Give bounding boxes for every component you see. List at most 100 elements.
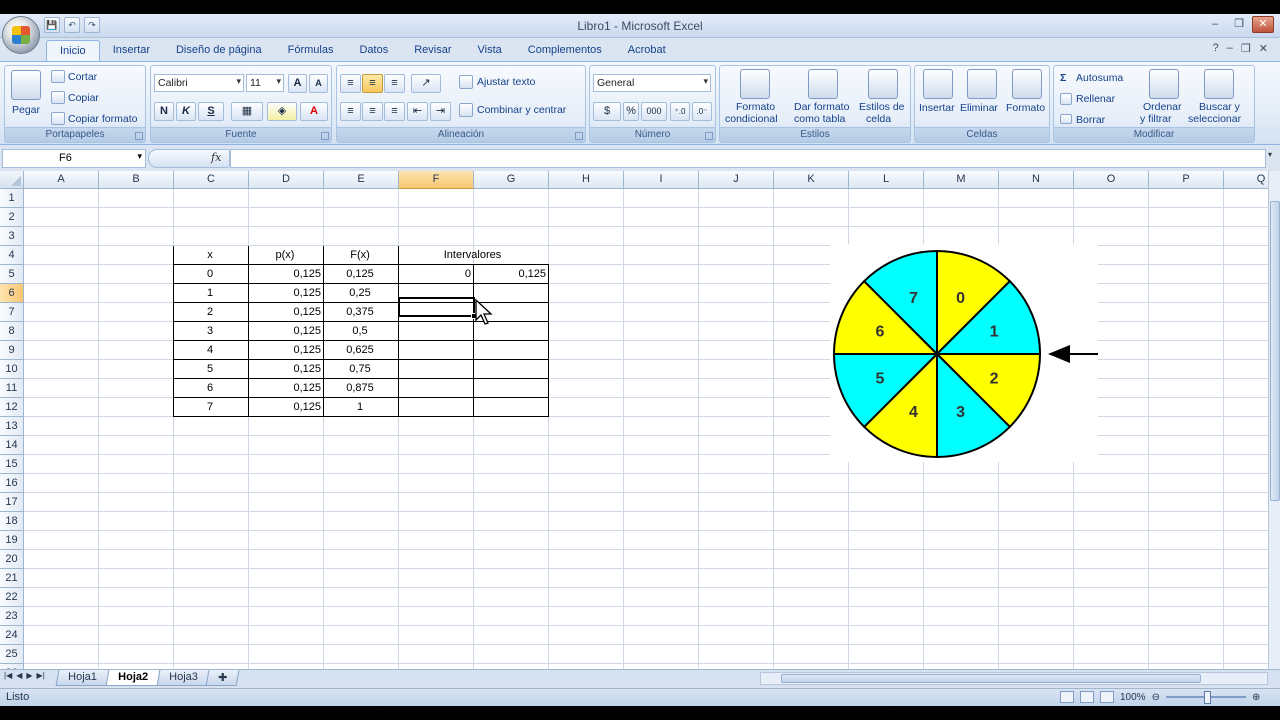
cell-styles-label-2[interactable]: celda bbox=[866, 113, 891, 125]
align-right-button[interactable]: ≡ bbox=[384, 102, 405, 121]
tab-revisar[interactable]: Revisar bbox=[401, 40, 464, 62]
insert-cells-button[interactable]: Insertar bbox=[919, 102, 955, 114]
zoom-in-icon[interactable]: ⊕ bbox=[1252, 692, 1260, 703]
expand-formula-bar-icon[interactable]: ▾ bbox=[1268, 150, 1278, 167]
align-bottom-button[interactable]: ≡ bbox=[384, 74, 405, 93]
column-header-q[interactable]: Q bbox=[1224, 171, 1268, 189]
row-header-6[interactable]: 6 bbox=[0, 284, 24, 303]
paste-icon[interactable] bbox=[11, 70, 41, 100]
row-header-9[interactable]: 9 bbox=[0, 341, 24, 360]
row-header-23[interactable]: 23 bbox=[0, 607, 24, 626]
formula-input[interactable] bbox=[230, 149, 1266, 168]
first-sheet-icon[interactable]: |◀ bbox=[4, 671, 12, 680]
tab-inicio[interactable]: Inicio bbox=[46, 40, 100, 62]
find-select-label-2[interactable]: seleccionar bbox=[1188, 113, 1241, 125]
increase-indent-button[interactable]: ⇥ bbox=[430, 102, 451, 121]
align-top-button[interactable]: ≡ bbox=[340, 74, 361, 93]
grow-font-button[interactable]: A bbox=[288, 74, 307, 93]
close-button[interactable]: ✕ bbox=[1252, 16, 1274, 33]
cut-button[interactable]: Cortar bbox=[68, 71, 97, 83]
last-sheet-icon[interactable]: ▶| bbox=[37, 671, 45, 680]
row-header-4[interactable]: 4 bbox=[0, 246, 24, 265]
row-header-5[interactable]: 5 bbox=[0, 265, 24, 284]
row-header-2[interactable]: 2 bbox=[0, 208, 24, 227]
vertical-scrollbar[interactable] bbox=[1268, 171, 1280, 681]
page-layout-view-icon[interactable] bbox=[1080, 691, 1094, 703]
insert-function-icon[interactable]: fx bbox=[211, 151, 221, 164]
alignment-launcher-icon[interactable] bbox=[575, 132, 583, 140]
row-header-13[interactable]: 13 bbox=[0, 417, 24, 436]
row-header-21[interactable]: 21 bbox=[0, 569, 24, 588]
column-header-m[interactable]: M bbox=[924, 171, 999, 189]
conditional-format-label-2[interactable]: condicional bbox=[725, 113, 778, 125]
fill-color-button[interactable]: ◈ bbox=[267, 102, 297, 121]
row-header-24[interactable]: 24 bbox=[0, 626, 24, 645]
row-header-18[interactable]: 18 bbox=[0, 512, 24, 531]
row-header-8[interactable]: 8 bbox=[0, 322, 24, 341]
column-header-j[interactable]: J bbox=[699, 171, 774, 189]
row-header-19[interactable]: 19 bbox=[0, 531, 24, 550]
row-header-22[interactable]: 22 bbox=[0, 588, 24, 607]
name-box[interactable]: F6 bbox=[2, 149, 146, 168]
ribbon-restore-icon[interactable]: ❐ bbox=[1241, 42, 1251, 55]
horizontal-scrollbar[interactable] bbox=[760, 672, 1268, 685]
format-painter-button[interactable]: Copiar formato bbox=[68, 113, 137, 125]
column-header-n[interactable]: N bbox=[999, 171, 1074, 189]
bold-button[interactable]: N bbox=[154, 102, 174, 121]
next-sheet-icon[interactable]: ▶ bbox=[26, 671, 32, 680]
row-header-1[interactable]: 1 bbox=[0, 189, 24, 208]
align-left-button[interactable]: ≡ bbox=[340, 102, 361, 121]
active-cell[interactable] bbox=[398, 297, 475, 317]
delete-cells-button[interactable]: Eliminar bbox=[960, 102, 998, 114]
roulette-wheel-picture[interactable]: 0 1 2 3 4 5 6 7 bbox=[830, 244, 1098, 462]
prev-sheet-icon[interactable]: ◀ bbox=[16, 671, 22, 680]
row-header-14[interactable]: 14 bbox=[0, 436, 24, 455]
horizontal-scroll-thumb[interactable] bbox=[781, 674, 1201, 683]
vertical-scroll-thumb[interactable] bbox=[1270, 201, 1280, 501]
sort-filter-label-2[interactable]: y filtrar bbox=[1140, 113, 1172, 125]
column-header-e[interactable]: E bbox=[324, 171, 399, 189]
copy-button[interactable]: Copiar bbox=[68, 92, 99, 104]
insert-sheet-tab[interactable]: ✚ bbox=[206, 670, 241, 686]
page-break-view-icon[interactable] bbox=[1100, 691, 1114, 703]
column-header-f[interactable]: F bbox=[399, 171, 474, 189]
column-header-k[interactable]: K bbox=[774, 171, 849, 189]
decrease-decimal-button[interactable]: .0⁻ bbox=[692, 102, 712, 121]
restore-button[interactable]: ❐ bbox=[1228, 16, 1250, 33]
sort-filter-label-1[interactable]: Ordenar bbox=[1143, 101, 1182, 113]
column-header-p[interactable]: P bbox=[1149, 171, 1224, 189]
decrease-indent-button[interactable]: ⇤ bbox=[407, 102, 428, 121]
row-header-10[interactable]: 10 bbox=[0, 360, 24, 379]
find-select-label-1[interactable]: Buscar y bbox=[1199, 101, 1240, 113]
font-name-select[interactable]: Calibri bbox=[154, 74, 244, 92]
number-launcher-icon[interactable] bbox=[705, 132, 713, 140]
column-header-b[interactable]: B bbox=[99, 171, 174, 189]
thousands-button[interactable]: 000 bbox=[641, 102, 667, 121]
sheet-tab-hoja2[interactable]: Hoja2 bbox=[105, 670, 161, 686]
normal-view-icon[interactable] bbox=[1060, 691, 1074, 703]
tab-insertar[interactable]: Insertar bbox=[100, 40, 163, 62]
percent-button[interactable]: % bbox=[623, 102, 639, 121]
ribbon-minimize-icon[interactable]: – bbox=[1227, 42, 1233, 55]
tab-complementos[interactable]: Complementos bbox=[515, 40, 615, 62]
increase-decimal-button[interactable]: ⁺.0 bbox=[670, 102, 690, 121]
sheet-tab-hoja3[interactable]: Hoja3 bbox=[156, 670, 210, 686]
column-header-h[interactable]: H bbox=[549, 171, 624, 189]
minimize-button[interactable]: – bbox=[1204, 16, 1226, 33]
column-header-c[interactable]: C bbox=[174, 171, 249, 189]
align-middle-button[interactable]: ≡ bbox=[362, 74, 383, 93]
row-header-16[interactable]: 16 bbox=[0, 474, 24, 493]
font-size-select[interactable]: 11 bbox=[246, 74, 284, 92]
row-header-12[interactable]: 12 bbox=[0, 398, 24, 417]
tab-formulas[interactable]: Fórmulas bbox=[275, 40, 347, 62]
autosum-button[interactable]: Autosuma bbox=[1076, 72, 1123, 84]
zoom-slider[interactable] bbox=[1165, 691, 1246, 704]
tab-vista[interactable]: Vista bbox=[465, 40, 515, 62]
column-header-d[interactable]: D bbox=[249, 171, 324, 189]
sheet-tab-hoja1[interactable]: Hoja1 bbox=[55, 670, 110, 686]
row-header-3[interactable]: 3 bbox=[0, 227, 24, 246]
format-as-table-label-1[interactable]: Dar formato bbox=[794, 101, 849, 113]
align-center-button[interactable]: ≡ bbox=[362, 102, 383, 121]
office-button[interactable] bbox=[2, 16, 40, 54]
column-header-l[interactable]: L bbox=[849, 171, 924, 189]
